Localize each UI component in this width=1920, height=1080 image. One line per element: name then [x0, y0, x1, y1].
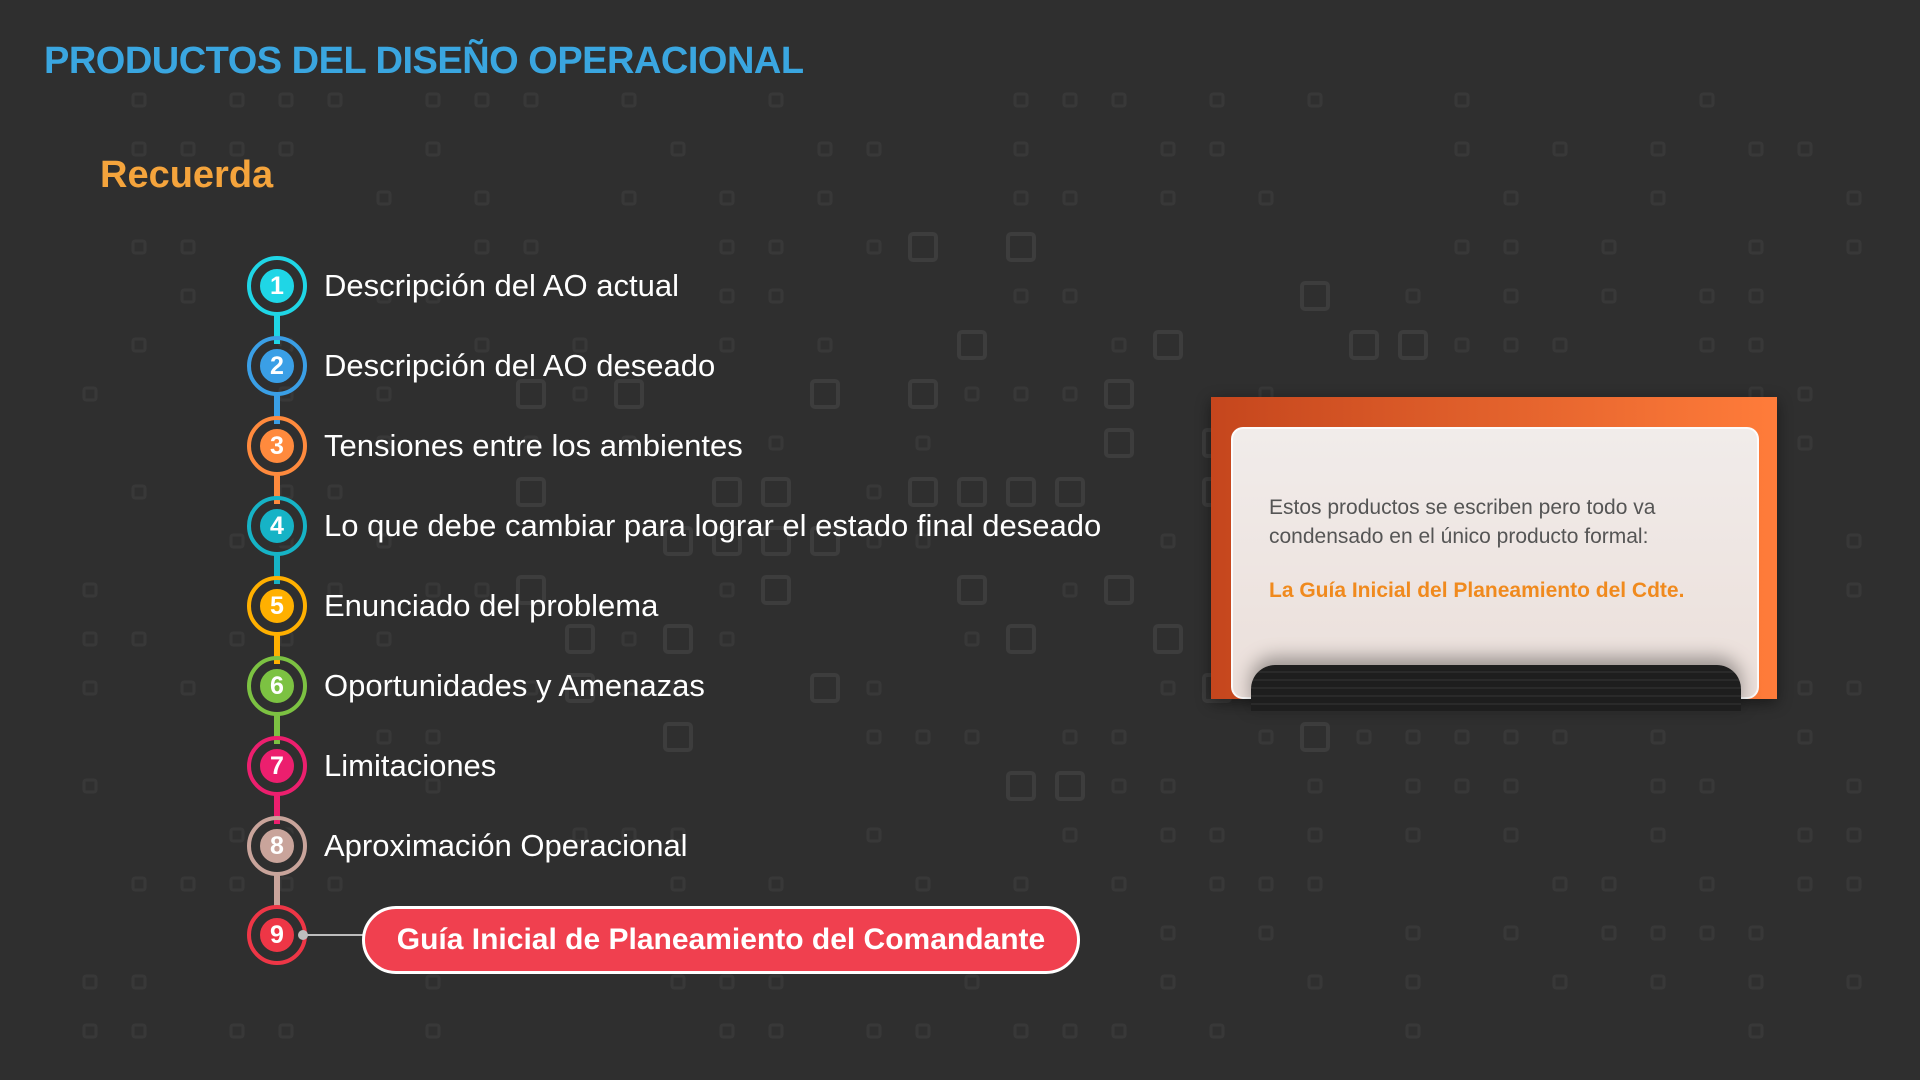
- step-label-7: Limitaciones: [324, 748, 497, 783]
- step-badge-6: 6: [247, 656, 307, 716]
- info-card: Estos productos se escriben pero todo va…: [1211, 397, 1777, 713]
- step-number: 7: [257, 746, 297, 786]
- step-badge-4: 4: [247, 496, 307, 556]
- step-badge-8: 8: [247, 816, 307, 876]
- highlight-leader-line: [302, 934, 364, 936]
- timeline-connector: [274, 872, 280, 908]
- step-label-1: Descripción del AO actual: [324, 268, 679, 303]
- step-number: 2: [257, 346, 297, 386]
- step-label-4: Lo que debe cambiar para lograr el estad…: [324, 508, 1102, 543]
- step-label-8: Aproximación Operacional: [324, 828, 688, 863]
- highlight-product-pill: Guía Inicial de Planeamiento del Comanda…: [362, 906, 1080, 974]
- step-number: 4: [257, 506, 297, 546]
- step-badge-1: 1: [247, 256, 307, 316]
- info-card-body: Estos productos se escriben pero todo va…: [1269, 496, 1656, 548]
- step-number: 9: [257, 915, 297, 955]
- step-badge-5: 5: [247, 576, 307, 636]
- step-number: 5: [257, 586, 297, 626]
- step-label-3: Tensiones entre los ambientes: [324, 428, 743, 463]
- step-number: 8: [257, 826, 297, 866]
- highlight-leader-dot: [298, 930, 308, 940]
- step-number: 1: [257, 266, 297, 306]
- info-card-highlight: La Guía Inicial del Planeamiento del Cdt…: [1269, 579, 1685, 602]
- step-badge-2: 2: [247, 336, 307, 396]
- step-label-5: Enunciado del problema: [324, 588, 659, 623]
- info-card-panel: Estos productos se escriben pero todo va…: [1231, 427, 1759, 699]
- step-label-6: Oportunidades y Amenazas: [324, 668, 705, 703]
- step-number: 3: [257, 426, 297, 466]
- step-label-2: Descripción del AO deseado: [324, 348, 716, 383]
- info-card-dark-tab: [1251, 665, 1741, 713]
- step-badge-7: 7: [247, 736, 307, 796]
- step-number: 6: [257, 666, 297, 706]
- step-badge-3: 3: [247, 416, 307, 476]
